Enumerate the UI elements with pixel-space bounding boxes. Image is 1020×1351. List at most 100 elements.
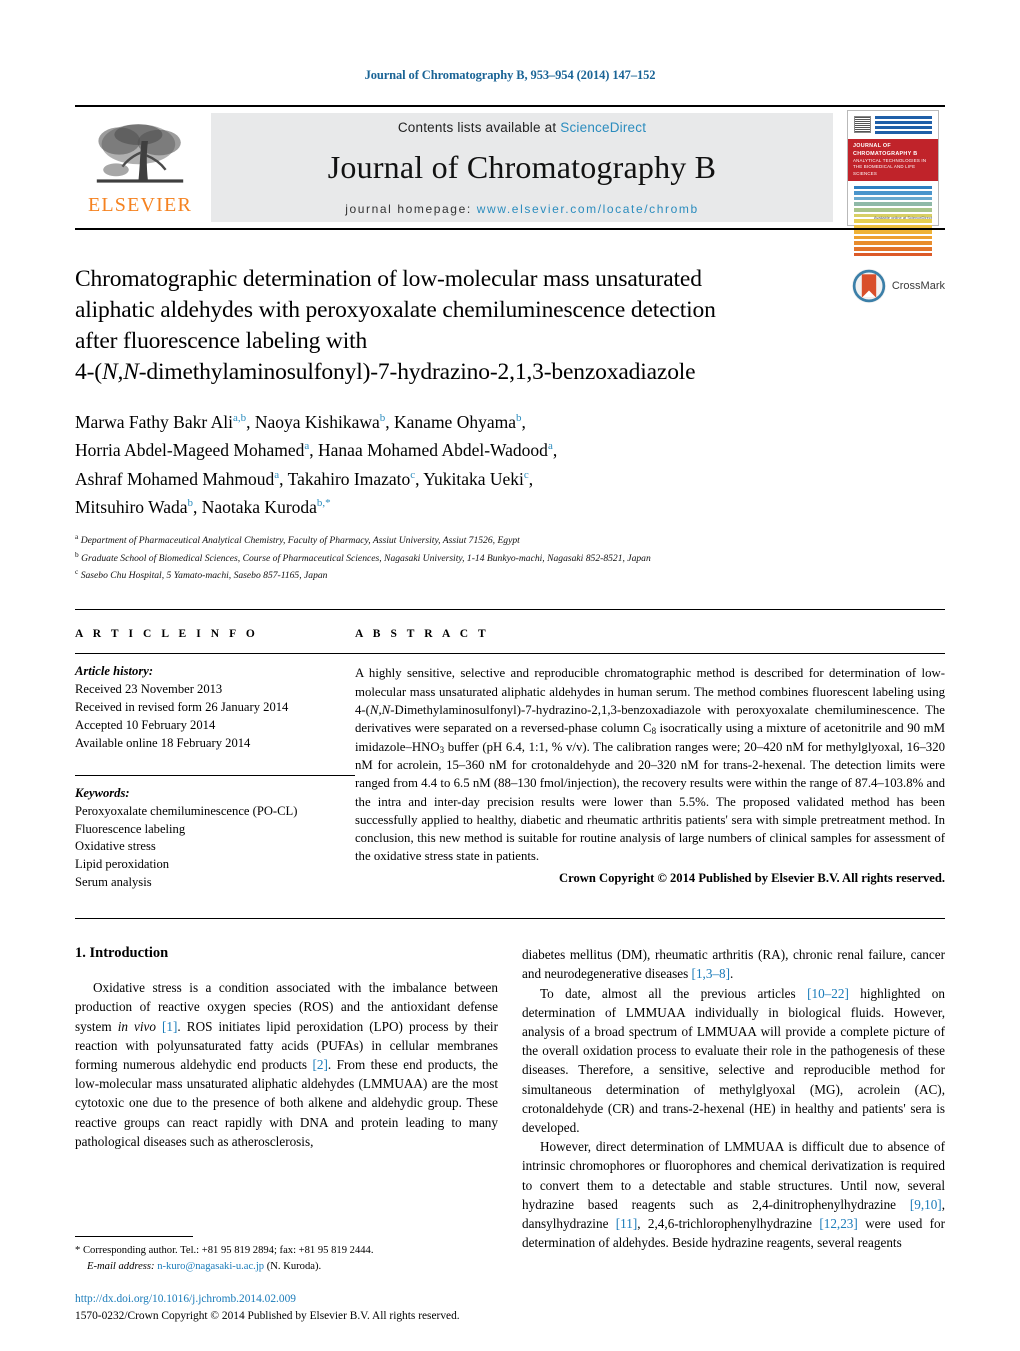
title-line-3: after fluorescence labeling with <box>75 328 368 355</box>
article-info-heading: A R T I C L E I N F O <box>75 628 259 641</box>
author-item-corresponding: Naotaka Kurodab,* <box>201 497 331 518</box>
intro-paragraph-2: To date, almost all the previous article… <box>522 984 945 1138</box>
citation-ref[interactable]: [1,3–8] <box>692 966 730 981</box>
section-heading-introduction: 1. Introduction <box>75 945 169 962</box>
affiliation-item: a Department of Pharmaceutical Analytica… <box>75 531 945 548</box>
author-item: Naoya Kishikawab, <box>254 412 395 433</box>
affiliation-marker: a <box>75 532 79 542</box>
journal-title: Journal of Chromatography B <box>327 149 717 185</box>
intro-paragraph-3: However, direct determination of LMMUAA … <box>522 1137 945 1252</box>
title-line-1: Chromatographic determination of low-mol… <box>75 266 702 292</box>
abstract-heading: A B S T R A C T <box>355 628 490 641</box>
cover-art: JOURNAL OF CHROMATOGRAPHY B ANALYTICAL T… <box>847 109 939 257</box>
homepage-url-link[interactable]: www.elsevier.com/locate/chromb <box>477 202 699 216</box>
abstract-body: A highly sensitive, selective and reprod… <box>355 664 945 865</box>
elsevier-tree-icon <box>96 124 184 183</box>
citation-ref[interactable]: [9,10] <box>910 1197 942 1212</box>
abstract-subscript-c8: 8 <box>651 726 657 737</box>
affiliation-text: Department of Pharmaceutical Analytical … <box>80 535 520 547</box>
author-affil-marker: b,* <box>316 497 331 510</box>
email-owner: (N. Kuroda). <box>266 1261 322 1273</box>
email-link[interactable]: n-kuro@nagasaki-u.ac.jp <box>157 1261 264 1272</box>
journal-masthead: ELSEVIER Contents lists available at Sci… <box>75 105 945 257</box>
author-affil-marker: b <box>379 412 386 425</box>
issn-copyright: 1570-0232/Crown Copyright © 2014 Publish… <box>75 1309 460 1322</box>
footnote-block: * Corresponding author. Tel.: +81 95 819… <box>75 1236 498 1275</box>
homepage-prefix: journal homepage: <box>345 202 477 216</box>
intro-r3-c: , 2,4,6-trichlorophenylhydrazine <box>637 1215 820 1231</box>
history-item: Available online 18 February 2014 <box>75 735 251 750</box>
author-item: Ashraf Mohamed Mahmouda, <box>75 468 288 489</box>
sciencedirect-link[interactable]: ScienceDirect <box>560 120 646 135</box>
elsevier-logo: ELSEVIER <box>75 107 205 228</box>
cover-color-bars <box>854 185 932 257</box>
title-line-4-italic: N,N <box>101 359 139 386</box>
affiliation-marker: b <box>75 549 79 559</box>
title-line-4-suffix: -dimethylaminosulfonyl)-7-hydrazino-2,1,… <box>138 359 696 386</box>
body-separator <box>75 918 945 920</box>
abstract-italic-nn: N,N <box>369 703 391 718</box>
affiliation-list: a Department of Pharmaceutical Analytica… <box>75 531 945 583</box>
intro-paragraph-1: Oxidative stress is a condition associat… <box>75 978 498 1151</box>
author-affil-marker: c <box>410 468 416 481</box>
paper-page: Journal of Chromatography B, 953–954 (20… <box>0 0 1020 1351</box>
abstract-rule <box>355 653 945 655</box>
cover-publisher-icon <box>854 115 871 133</box>
crossmark-icon <box>851 268 886 304</box>
crossmark-label: CrossMark <box>891 280 945 292</box>
crossmark-badge-group[interactable]: CrossMark <box>851 268 945 304</box>
cover-journal-title: JOURNAL OF CHROMATOGRAPHY B <box>853 142 918 157</box>
keyword-item: Fluorescence labeling <box>75 821 186 836</box>
affiliation-item: c Sasebo Chu Hospital, 5 Yamato-machi, S… <box>75 566 945 583</box>
cover-banner: JOURNAL OF CHROMATOGRAPHY B ANALYTICAL T… <box>848 138 938 181</box>
history-item: Accepted 10 February 2014 <box>75 718 216 733</box>
running-head: Journal of Chromatography B, 953–954 (20… <box>364 68 656 82</box>
keywords-block: Keywords: Peroxyoxalate chemiluminescenc… <box>75 774 355 892</box>
title-line-2: aliphatic aldehydes with peroxyoxalate c… <box>75 297 716 324</box>
article-history-label: Article history: <box>75 664 154 679</box>
footnote-rule <box>75 1236 193 1238</box>
cover-header <box>854 115 932 134</box>
author-item: Marwa Fathy Bakr Alia,b, <box>75 412 255 433</box>
intro-p1-italic: in vivo <box>117 1018 156 1034</box>
citation-ref[interactable]: [2] <box>313 1057 328 1072</box>
author-affil-marker: a <box>274 468 280 481</box>
citation-ref[interactable]: [1] <box>162 1019 177 1034</box>
affiliation-marker: c <box>75 567 79 577</box>
doi-block: http://dx.doi.org/10.1016/j.jchromb.2014… <box>75 1291 635 1325</box>
author-affil-marker: c <box>523 468 529 481</box>
body-column-right: diabetes mellitus (DM), rheumatic arthri… <box>522 945 945 1252</box>
cover-blue-bars <box>875 115 932 134</box>
abstract-part-4: buffer (pH 6.4, 1:1, % v/v). The calibra… <box>355 739 945 864</box>
masthead-center: Contents lists available at ScienceDirec… <box>211 113 833 222</box>
author-affil-marker: a <box>304 440 310 453</box>
elsevier-wordmark: ELSEVIER <box>87 194 193 216</box>
abstract-column: A B S T R A C T A highly sensitive, sele… <box>355 628 945 892</box>
title-block: Chromatographic determination of low-mol… <box>75 264 945 388</box>
article-info-rule <box>75 653 355 655</box>
intro-r3-a: However, direct determination of LMMUAA … <box>522 1139 945 1212</box>
author-affil-marker: b <box>187 497 194 510</box>
citation-ref[interactable]: [11] <box>616 1216 637 1231</box>
intro-r1-a: diabetes mellitus (DM), rheumatic arthri… <box>522 947 945 982</box>
citation-ref[interactable]: [12,23] <box>819 1216 857 1231</box>
author-affil-marker: b <box>515 412 522 425</box>
body-column-left: 1. Introduction Oxidative stress is a co… <box>75 945 498 1252</box>
article-info-column: A R T I C L E I N F O Article history: R… <box>75 628 355 892</box>
citation-ref[interactable]: [10–22] <box>807 986 849 1001</box>
email-label: E-mail address: <box>87 1261 155 1273</box>
keyword-item: Oxidative stress <box>75 839 156 854</box>
corresponding-author-text: Corresponding author. Tel.: +81 95 819 2… <box>82 1245 374 1257</box>
title-line-4-prefix: 4-( <box>75 359 102 386</box>
journal-homepage-line: journal homepage: www.elsevier.com/locat… <box>345 202 699 216</box>
doi-link[interactable]: http://dx.doi.org/10.1016/j.jchromb.2014… <box>75 1291 635 1308</box>
author-item: Takahiro Imazatoc, <box>287 468 424 489</box>
affiliation-text: Graduate School of Biomedical Sciences, … <box>81 552 651 564</box>
author-list: Marwa Fathy Bakr Alia,b, Naoya Kishikawa… <box>75 408 865 521</box>
page-title: Chromatographic determination of low-mol… <box>75 264 875 388</box>
author-item: Mitsuhiro Wadab, <box>75 497 202 518</box>
history-item: Received 23 November 2013 <box>75 682 223 697</box>
author-affil-marker: a <box>547 440 553 453</box>
keyword-item: Peroxyoxalate chemiluminescence (PO-CL) <box>75 803 298 818</box>
article-history-block: Article history: Received 23 November 20… <box>75 663 355 752</box>
